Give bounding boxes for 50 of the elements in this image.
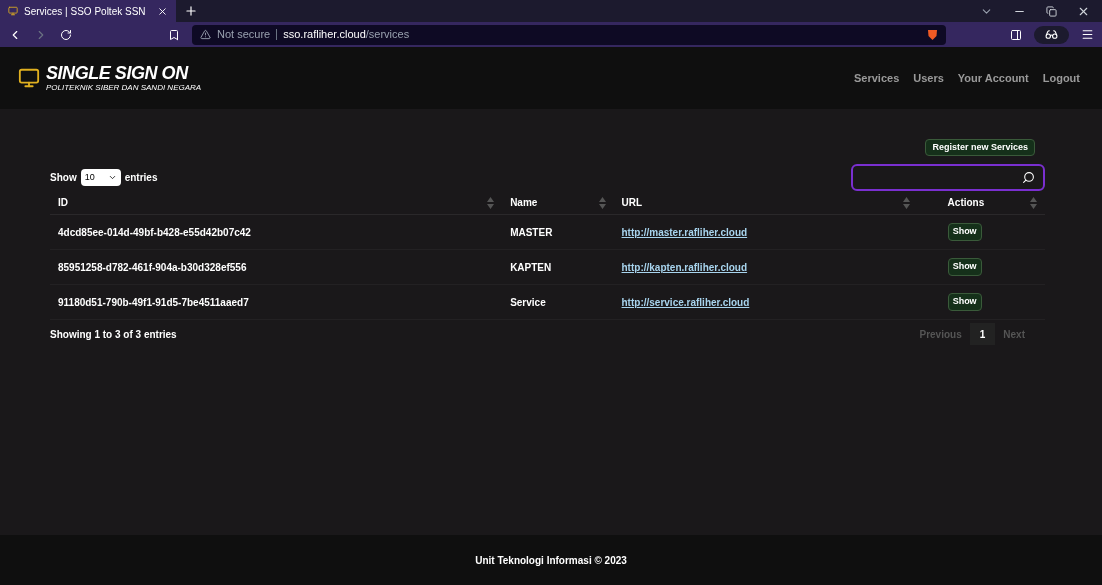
table-cell: 4dcd85ee-014d-49bf-b428-e55d42b07c42 [58, 226, 251, 238]
table-cell: MASTER [510, 226, 553, 238]
footer-text: Unit Teknologi Informasi © 2023 [475, 553, 627, 568]
nav-link[interactable]: Users [913, 69, 944, 87]
table-cell: KAPTEN [510, 261, 552, 273]
address-bar[interactable]: Not secure sso.rafliher.cloud/services [192, 24, 946, 45]
search-icon [1022, 171, 1035, 184]
sidebar-icon[interactable] [1010, 28, 1022, 41]
shield-icon[interactable] [927, 28, 938, 41]
security-label: Not secure [217, 27, 271, 43]
url-link[interactable]: http://service.rafliher.cloud [621, 296, 750, 308]
tab-title: Services | SSO Poltek SSN [24, 4, 147, 19]
page-link[interactable]: 1 [969, 323, 996, 345]
show-button[interactable]: Show [947, 293, 982, 311]
register-button[interactable]: Register new Services [925, 139, 1035, 156]
new-tab-icon[interactable] [184, 4, 198, 18]
restore-icon[interactable] [1046, 5, 1057, 17]
url-link[interactable]: http://master.rafliher.cloud [621, 226, 748, 238]
nav-link[interactable]: Services [854, 69, 900, 87]
table-cell: Service [510, 296, 546, 308]
close-tab-icon[interactable] [157, 5, 168, 17]
glasses-icon [1045, 28, 1058, 41]
nav-link[interactable]: Logout [1042, 69, 1080, 87]
show-button[interactable]: Show [947, 258, 982, 276]
search-field[interactable] [851, 164, 1045, 191]
laptop-icon [8, 6, 18, 16]
chevron-down-icon [107, 173, 117, 182]
logo-subtitle: POLITEKNIK SIBER DAN SANDI NEGARA [46, 83, 202, 93]
menu-icon[interactable] [1081, 28, 1094, 41]
entries-label: entries [124, 171, 158, 185]
private-mode-pill[interactable] [1034, 25, 1069, 44]
bookmark-icon[interactable] [168, 28, 180, 41]
table-cell: 85951258-d782-461f-904a-b30d328ef556 [58, 261, 247, 273]
column-header[interactable]: Name [510, 195, 538, 210]
url-link[interactable]: http://kapten.rafliher.cloud [621, 261, 748, 273]
reload-icon[interactable] [60, 28, 72, 41]
entries-select[interactable]: 10 [80, 169, 121, 186]
laptop-logo-icon [18, 67, 40, 89]
browser-tab[interactable]: Services | SSO Poltek SSN [0, 0, 176, 22]
logo-title: SINGLE SIGN ON [46, 63, 190, 83]
show-label: Show [50, 171, 77, 185]
show-button[interactable]: Show [947, 223, 982, 241]
url-text: sso.rafliher.cloud/services [283, 27, 410, 43]
nav-link[interactable]: Your Account [957, 69, 1029, 87]
column-header[interactable]: URL [621, 195, 643, 210]
column-header[interactable]: ID [58, 195, 68, 210]
table-cell: 91180d51-790b-49f1-91d5-7be4511aaed7 [58, 296, 249, 308]
column-header[interactable]: Actions [947, 195, 985, 210]
warning-icon [200, 29, 211, 40]
table-info: Showing 1 to 3 of 3 entries [50, 327, 177, 342]
